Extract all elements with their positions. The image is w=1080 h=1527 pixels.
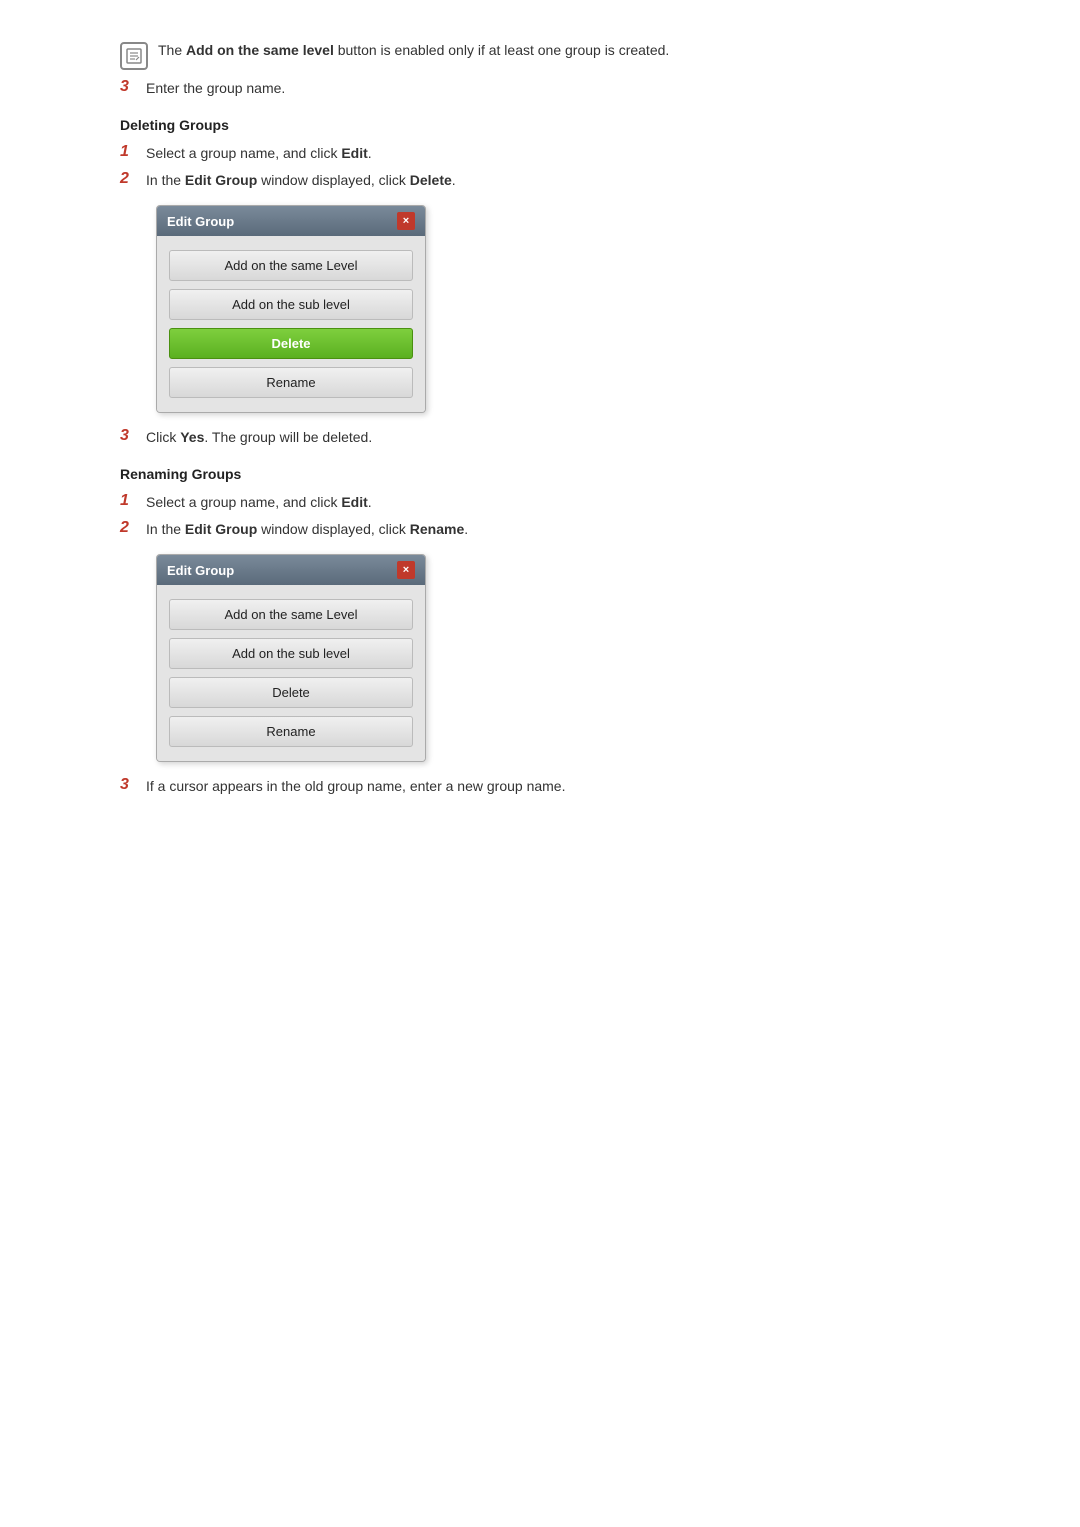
dialog-rename-close[interactable]: × <box>397 561 415 579</box>
dialog-delete-body: Add on the same Level Add on the sub lev… <box>157 236 425 412</box>
step-num-r1: 1 <box>120 492 138 510</box>
step-num-d3: 3 <box>120 427 138 445</box>
yes-bold: Yes <box>180 429 204 445</box>
step-text-d2: In the Edit Group window displayed, clic… <box>146 170 456 191</box>
btn-delete-delete-dialog[interactable]: Delete <box>169 328 413 359</box>
step-text-r1: Select a group name, and click Edit. <box>146 492 372 513</box>
step-enter-group: 3 Enter the group name. <box>120 78 960 99</box>
edit-bold-d1: Edit <box>341 145 367 161</box>
btn-rename-rename-dialog[interactable]: Rename <box>169 716 413 747</box>
note-row: The Add on the same level button is enab… <box>120 40 960 70</box>
btn-add-sub-level-delete-dialog[interactable]: Add on the sub level <box>169 289 413 320</box>
step-text-d1: Select a group name, and click Edit. <box>146 143 372 164</box>
dialog-rename-body: Add on the same Level Add on the sub lev… <box>157 585 425 761</box>
btn-delete-rename-dialog[interactable]: Delete <box>169 677 413 708</box>
section-renaming-heading: Renaming Groups <box>120 466 960 482</box>
dialog-rename-titlebar: Edit Group × <box>157 555 425 585</box>
deleting-step-3: 3 Click Yes. The group will be deleted. <box>120 427 960 448</box>
section-deleting-heading: Deleting Groups <box>120 117 960 133</box>
edit-group-bold-r2: Edit Group <box>185 521 257 537</box>
note-icon <box>120 42 148 70</box>
note-text-after: button is enabled only if at least one g… <box>338 42 670 58</box>
rename-bold-r2: Rename <box>410 521 464 537</box>
note-bold: Add on the same level <box>186 42 334 58</box>
dialog-rename-box: Edit Group × Add on the same Level Add o… <box>156 554 426 762</box>
step-num-r2: 2 <box>120 519 138 537</box>
dialog-delete-title: Edit Group <box>167 214 234 229</box>
renaming-step-1: 1 Select a group name, and click Edit. <box>120 492 960 513</box>
step-text-r3: If a cursor appears in the old group nam… <box>146 776 565 797</box>
dialog-rename-container: Edit Group × Add on the same Level Add o… <box>156 554 960 762</box>
edit-group-bold-d2: Edit Group <box>185 172 257 188</box>
step-num-d1: 1 <box>120 143 138 161</box>
btn-add-sub-level-rename-dialog[interactable]: Add on the sub level <box>169 638 413 669</box>
renaming-step-3: 3 If a cursor appears in the old group n… <box>120 776 960 797</box>
btn-add-same-level-delete-dialog[interactable]: Add on the same Level <box>169 250 413 281</box>
dialog-delete-box: Edit Group × Add on the same Level Add o… <box>156 205 426 413</box>
step-text-enter-group: Enter the group name. <box>146 78 285 99</box>
dialog-delete-container: Edit Group × Add on the same Level Add o… <box>156 205 960 413</box>
step-text-d3: Click Yes. The group will be deleted. <box>146 427 372 448</box>
deleting-step-1: 1 Select a group name, and click Edit. <box>120 143 960 164</box>
dialog-rename-title: Edit Group <box>167 563 234 578</box>
dialog-delete-titlebar: Edit Group × <box>157 206 425 236</box>
step-num-3a: 3 <box>120 78 138 96</box>
renaming-step-2: 2 In the Edit Group window displayed, cl… <box>120 519 960 540</box>
step-num-d2: 2 <box>120 170 138 188</box>
step-num-r3: 3 <box>120 776 138 794</box>
dialog-delete-close[interactable]: × <box>397 212 415 230</box>
step-text-r2: In the Edit Group window displayed, clic… <box>146 519 468 540</box>
note-description: The Add on the same level button is enab… <box>158 40 669 61</box>
deleting-step-2: 2 In the Edit Group window displayed, cl… <box>120 170 960 191</box>
btn-rename-delete-dialog[interactable]: Rename <box>169 367 413 398</box>
delete-bold-d2: Delete <box>410 172 452 188</box>
btn-add-same-level-rename-dialog[interactable]: Add on the same Level <box>169 599 413 630</box>
edit-bold-r1: Edit <box>341 494 367 510</box>
